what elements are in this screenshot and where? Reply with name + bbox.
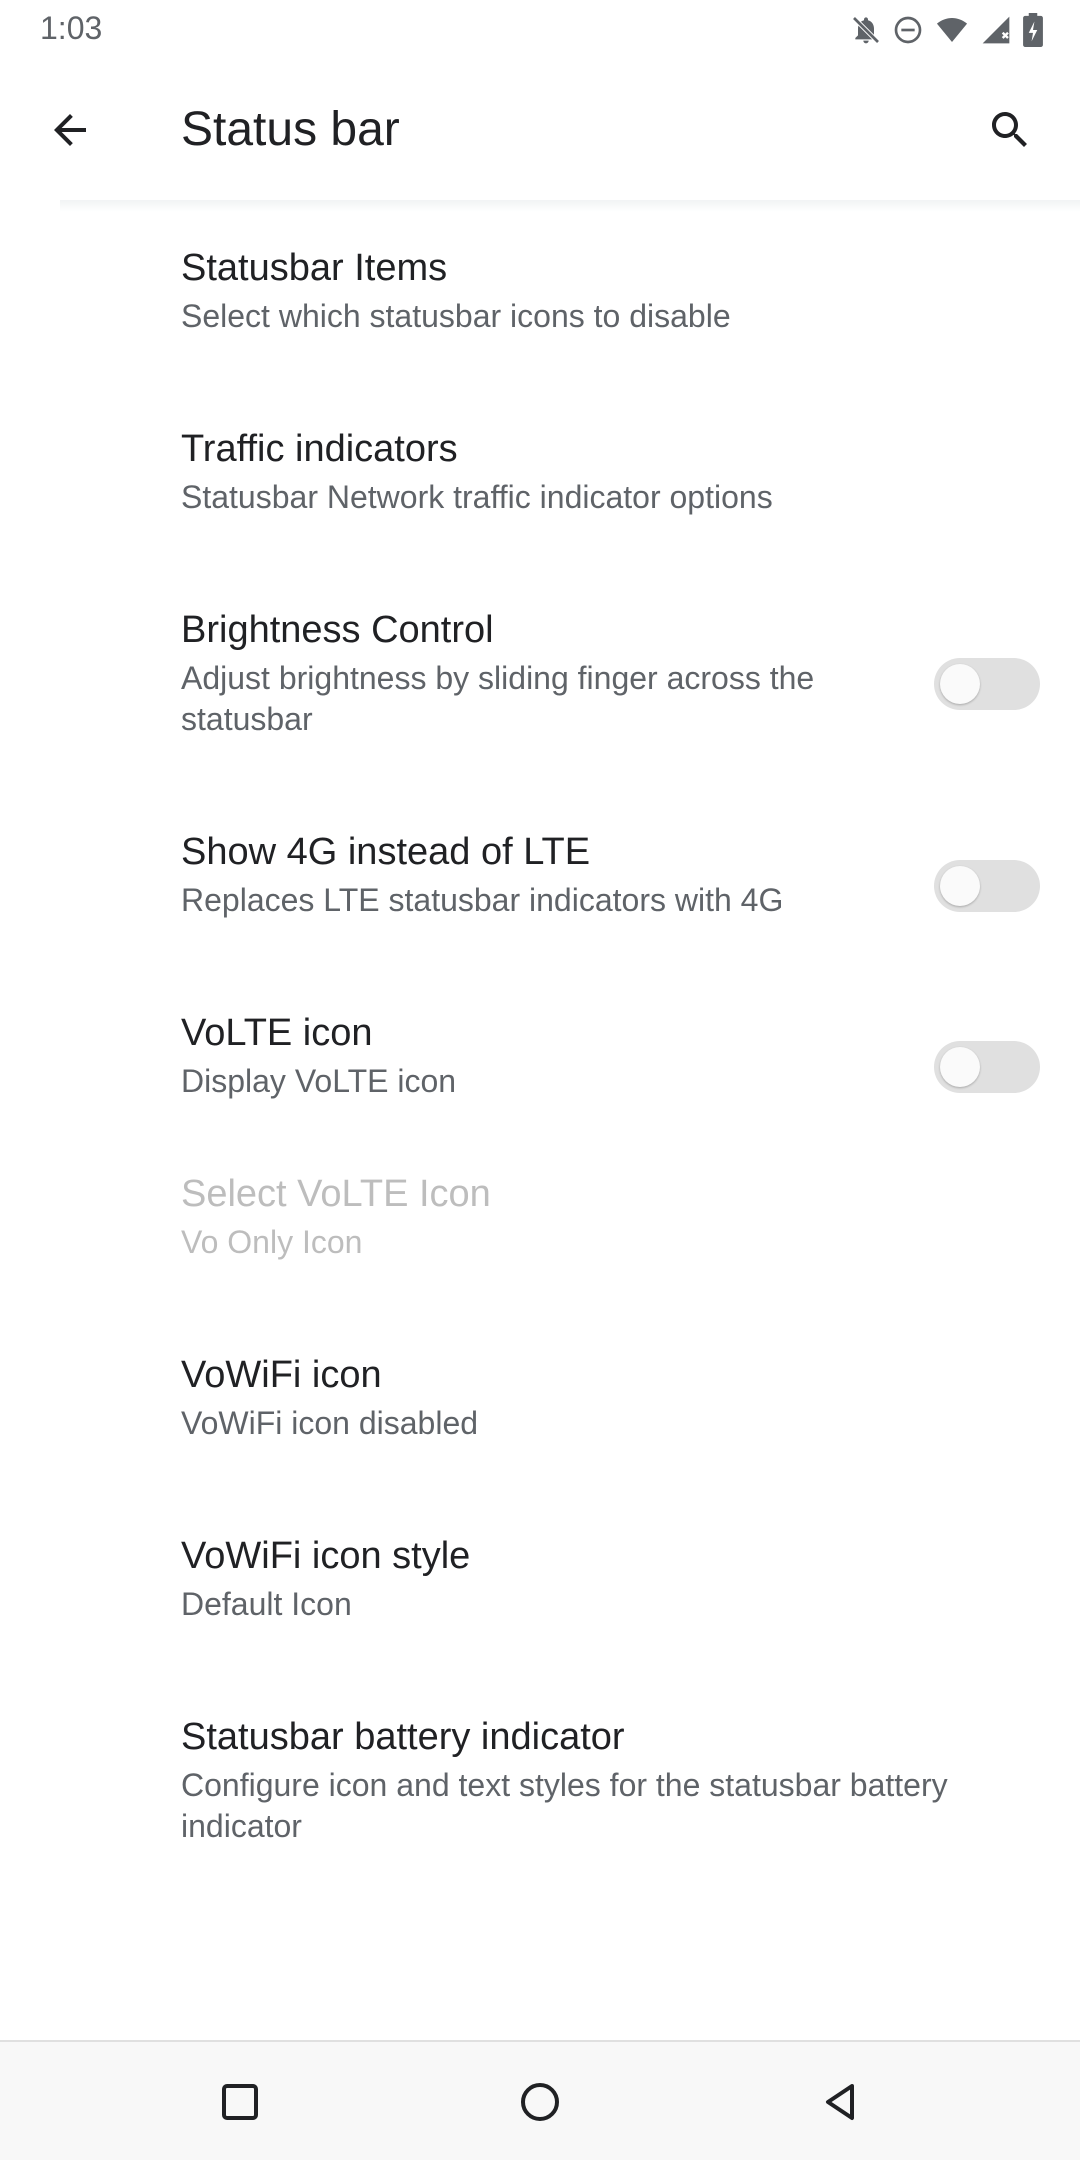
toggle-thumb: [940, 664, 980, 704]
wifi-icon: [934, 14, 970, 46]
app-toolbar: Status bar: [0, 60, 1080, 200]
pref-summary: Adjust brightness by sliding finger acro…: [181, 660, 815, 737]
back-triangle-icon: [826, 2084, 854, 2120]
pref-summary: Vo Only Icon: [181, 1224, 363, 1260]
pref-show-4g[interactable]: Show 4G instead of LTE Replaces LTE stat…: [0, 796, 1080, 977]
status-icons: [850, 12, 1044, 48]
back-button[interactable]: [30, 90, 110, 170]
back-arrow-icon: [54, 114, 86, 146]
pref-brightness-control[interactable]: Brightness Control Adjust brightness by …: [0, 574, 1080, 796]
pref-summary: VoWiFi icon disabled: [181, 1405, 479, 1441]
pref-vowifi-icon[interactable]: VoWiFi icon VoWiFi icon disabled: [0, 1339, 1080, 1520]
recents-square-icon: [222, 2084, 258, 2120]
pref-title: VoWiFi icon style: [181, 1535, 471, 1577]
pref-summary: Statusbar Network traffic indicator opti…: [181, 479, 773, 515]
page-title: Status bar: [181, 103, 400, 156]
pref-vowifi-icon-style[interactable]: VoWiFi icon style Default Icon: [0, 1520, 1080, 1701]
cellular-signal-icon: [980, 14, 1012, 46]
system-status-bar: 1:03: [0, 0, 1080, 60]
settings-screen: 1:03 Status bar Statusbar Items Select w…: [0, 0, 1080, 2160]
battery-charging-icon: [1022, 13, 1044, 47]
search-icon: [992, 112, 1027, 147]
pref-statusbar-battery-indicator[interactable]: Statusbar battery indicator Configure ic…: [0, 1701, 1080, 1923]
pref-summary: Replaces LTE statusbar indicators with 4…: [181, 882, 784, 918]
volte-icon-toggle[interactable]: [934, 1041, 1040, 1093]
back-nav-button[interactable]: [800, 2062, 880, 2142]
pref-title: Traffic indicators: [181, 428, 458, 470]
home-circle-icon: [521, 2083, 559, 2121]
pref-select-volte-icon: Select VoLTE Icon Vo Only Icon: [0, 1158, 1080, 1339]
pref-traffic-indicators[interactable]: Traffic indicators Statusbar Network tra…: [0, 393, 1080, 574]
pref-title: Statusbar Items: [181, 247, 448, 289]
search-button[interactable]: [970, 90, 1050, 170]
brightness-control-toggle[interactable]: [934, 658, 1040, 710]
pref-summary: Select which statusbar icons to disable: [181, 298, 731, 334]
pref-summary: Display VoLTE icon: [181, 1063, 457, 1099]
pref-statusbar-items[interactable]: Statusbar Items Select which statusbar i…: [0, 212, 1080, 393]
recents-button[interactable]: [200, 2062, 280, 2142]
home-button[interactable]: [500, 2062, 580, 2142]
toolbar-divider: [60, 200, 1080, 212]
system-navigation-bar: [0, 2040, 1080, 2160]
pref-title: Brightness Control: [181, 609, 494, 651]
pref-title: Statusbar battery indicator: [181, 1716, 625, 1758]
toggle-thumb: [940, 866, 980, 906]
pref-title: VoWiFi icon: [181, 1354, 382, 1396]
pref-title: Select VoLTE Icon: [181, 1173, 491, 1215]
show-4g-toggle[interactable]: [934, 860, 1040, 912]
pref-title: Show 4G instead of LTE: [181, 831, 591, 873]
pref-title: VoLTE icon: [181, 1012, 373, 1054]
notifications-off-icon: [850, 14, 882, 46]
toggle-thumb: [940, 1047, 980, 1087]
clock: 1:03: [40, 10, 103, 46]
pref-summary: Default Icon: [181, 1586, 352, 1622]
pref-summary: Configure icon and text styles for the s…: [181, 1767, 948, 1844]
do-not-disturb-icon: [892, 14, 924, 46]
pref-volte-icon[interactable]: VoLTE icon Display VoLTE icon: [0, 977, 1080, 1158]
